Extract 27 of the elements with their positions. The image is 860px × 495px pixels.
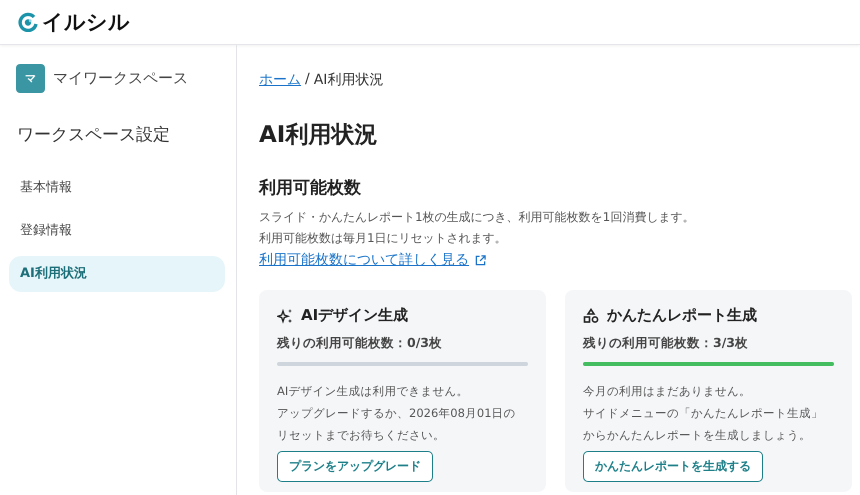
shapes-icon [583,308,599,324]
card-action-button[interactable]: かんたんレポートを生成する [583,451,763,482]
sidebar-item[interactable]: 登録情報 [9,213,225,249]
details-link[interactable]: 利用可能枚数について詳しく見る [259,251,486,269]
sidebar-item[interactable]: 基本情報 [9,170,225,206]
card-message: AIデザイン生成は利用できません。 アップグレードするか、2026年08月01日の リセットまでお待ちください。 [277,383,517,444]
section-description: 利用可能枚数は毎月1日にリセットされます。 [259,230,508,247]
breadcrumb-link[interactable]: ホーム [259,71,301,89]
card-title: かんたんレポート生成 [607,306,757,325]
breadcrumb-current: AI利用状況 [314,71,384,89]
external-link-icon [475,254,486,266]
sidebar-section-title: ワークスペース設定 [17,124,171,146]
logo-icon [18,12,38,32]
remaining-count: 残りの利用可能枚数：3/3枚 [583,335,749,352]
card-action-button[interactable]: プランをアップグレード [277,451,433,482]
sparkle-icon [277,308,293,324]
breadcrumb-separator: / [305,71,310,89]
remaining-count: 残りの利用可能枚数：0/3枚 [277,335,443,352]
workspace-avatar: マ [16,64,45,93]
section-title: 利用可能枚数 [259,177,362,199]
sidebar-item[interactable]: AI利用状況 [9,256,225,292]
section-description: スライド・かんたんレポート1枚の生成につき、利用可能枚数を1回消費します。 [259,209,696,226]
logo-text: イルシル [42,9,130,36]
card-message: 今月の利用はまだありません。 サイドメニューの「かんたんレポート生成」 からかんたんレポートを生成しましょう。 [583,383,824,444]
page-title: AI利用状況 [259,121,378,150]
card-title: AIデザイン生成 [301,306,408,325]
workspace-name: マイワークスペース [53,69,188,88]
